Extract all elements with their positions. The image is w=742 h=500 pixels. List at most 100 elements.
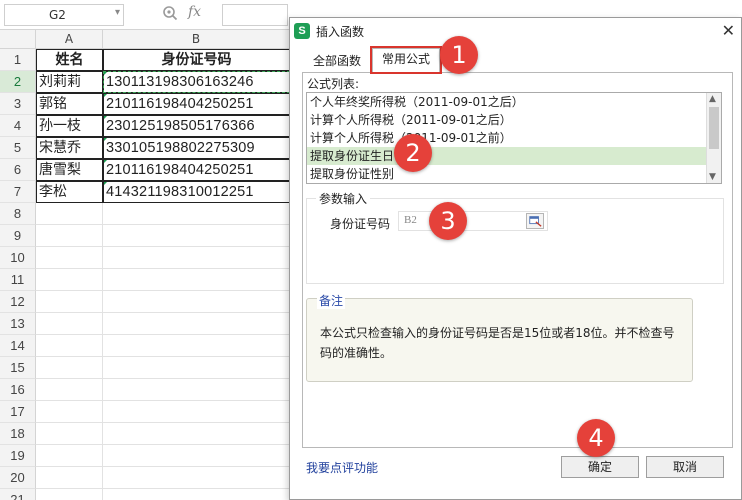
row-header[interactable]: 4 bbox=[0, 115, 36, 137]
fx-icon[interactable]: fx bbox=[188, 4, 201, 20]
row-header[interactable]: 10 bbox=[0, 247, 36, 269]
cell-name[interactable]: 宋慧乔 bbox=[36, 137, 103, 159]
row-header[interactable]: 13 bbox=[0, 313, 36, 335]
cell-name[interactable]: 刘莉莉 bbox=[36, 71, 103, 93]
dialog-title: 插入函数 bbox=[316, 25, 365, 39]
row-header[interactable]: 17 bbox=[0, 401, 36, 423]
param-input-value: B2 bbox=[404, 214, 417, 226]
list-item[interactable]: 个人年终奖所得税（2011-09-01之后） bbox=[307, 93, 707, 111]
step-badge-3: 3 bbox=[429, 202, 467, 240]
list-scrollbar[interactable]: ▲ ▼ bbox=[706, 93, 721, 183]
cell-id[interactable]: 330105198802275309 bbox=[103, 137, 290, 159]
scroll-down-icon[interactable]: ▼ bbox=[709, 172, 716, 182]
empty-cell[interactable] bbox=[103, 489, 290, 500]
list-item-selected[interactable]: 提取身份证生日 bbox=[307, 147, 707, 165]
empty-cell[interactable] bbox=[36, 203, 103, 225]
cell-header-id[interactable]: 身份证号码 bbox=[103, 49, 290, 71]
empty-cell[interactable] bbox=[36, 379, 103, 401]
empty-cell[interactable] bbox=[103, 423, 290, 445]
empty-cell[interactable] bbox=[103, 313, 290, 335]
cell-id[interactable]: 130113198306163246 bbox=[103, 71, 290, 93]
list-item[interactable]: 计算个人所得税（2011-09-01之后） bbox=[307, 111, 707, 129]
formula-input[interactable] bbox=[222, 4, 288, 26]
row-header[interactable]: 6 bbox=[0, 159, 36, 181]
row-header[interactable]: 11 bbox=[0, 269, 36, 291]
range-select-icon[interactable] bbox=[526, 213, 544, 229]
formula-list[interactable]: 个人年终奖所得税（2011-09-01之后） 计算个人所得税（2011-09-0… bbox=[306, 92, 722, 184]
scroll-up-icon[interactable]: ▲ bbox=[709, 94, 716, 104]
row-header[interactable]: 15 bbox=[0, 357, 36, 379]
wps-app-icon: S bbox=[294, 23, 310, 39]
params-group-label: 参数输入 bbox=[316, 190, 371, 207]
tab-all-functions[interactable]: 全部函数 bbox=[302, 51, 372, 73]
cell-header-name[interactable]: 姓名 bbox=[36, 49, 103, 71]
cell-id[interactable]: 210116198404250251 bbox=[103, 93, 290, 115]
row-header[interactable]: 20 bbox=[0, 467, 36, 489]
list-item[interactable]: 计算个人所得税（2011-09-01之前） bbox=[307, 129, 707, 147]
corner-cell[interactable] bbox=[0, 30, 36, 49]
zoom-icon[interactable] bbox=[162, 5, 178, 21]
cell-name[interactable]: 孙一枝 bbox=[36, 115, 103, 137]
row-header[interactable]: 12 bbox=[0, 291, 36, 313]
scroll-thumb[interactable] bbox=[709, 107, 719, 149]
row-header[interactable]: 2 bbox=[0, 71, 36, 93]
empty-cell[interactable] bbox=[36, 401, 103, 423]
row-header[interactable]: 7 bbox=[0, 181, 36, 203]
empty-cell[interactable] bbox=[103, 335, 290, 357]
empty-cell[interactable] bbox=[36, 225, 103, 247]
empty-cell[interactable] bbox=[36, 247, 103, 269]
empty-cell[interactable] bbox=[103, 247, 290, 269]
empty-cell[interactable] bbox=[36, 291, 103, 313]
empty-cell[interactable] bbox=[36, 489, 103, 500]
cell-name[interactable]: 唐雪梨 bbox=[36, 159, 103, 181]
feedback-link[interactable]: 我要点评功能 bbox=[306, 459, 378, 476]
empty-cell[interactable] bbox=[103, 203, 290, 225]
empty-cell[interactable] bbox=[36, 445, 103, 467]
tab-highlight-box bbox=[370, 46, 442, 74]
empty-cell[interactable] bbox=[103, 291, 290, 313]
chevron-down-icon[interactable]: ▾ bbox=[115, 7, 120, 18]
cell-name[interactable]: 李松 bbox=[36, 181, 103, 203]
row-header[interactable]: 18 bbox=[0, 423, 36, 445]
empty-cell[interactable] bbox=[36, 313, 103, 335]
empty-cell[interactable] bbox=[103, 269, 290, 291]
cell-id[interactable]: 230125198505176366 bbox=[103, 115, 290, 137]
empty-cell[interactable] bbox=[36, 357, 103, 379]
row-header[interactable]: 1 bbox=[0, 49, 36, 71]
step-badge-2: 2 bbox=[394, 134, 432, 172]
row-header[interactable]: 19 bbox=[0, 445, 36, 467]
notes-label: 备注 bbox=[317, 292, 346, 309]
close-icon[interactable]: ✕ bbox=[722, 21, 735, 40]
empty-cell[interactable] bbox=[103, 401, 290, 423]
column-header-a[interactable]: A bbox=[36, 30, 103, 49]
notes-text: 本公式只检查输入的身份证号码是否是15位或者18位。并不检查号码的准确性。 bbox=[320, 326, 675, 360]
ok-button[interactable]: 确定 bbox=[561, 456, 639, 478]
step-badge-1: 1 bbox=[440, 36, 478, 74]
row-header[interactable]: 3 bbox=[0, 93, 36, 115]
dialog-titlebar[interactable]: S 插入函数 ✕ bbox=[290, 18, 741, 44]
cell-name[interactable]: 郭铭 bbox=[36, 93, 103, 115]
spreadsheet: A B 1 2 3 4 5 6 7 8 9 10 11 12 13 14 15 16 17 18 19 20 21 姓名… bbox=[0, 30, 290, 500]
column-header-b[interactable]: B bbox=[103, 30, 290, 49]
empty-cell[interactable] bbox=[36, 423, 103, 445]
empty-cell[interactable] bbox=[36, 269, 103, 291]
empty-cell[interactable] bbox=[103, 357, 290, 379]
insert-function-dialog: S 插入函数 ✕ 全部函数 常用公式 公式列表: 个人年终奖所得税（2011-0… bbox=[289, 17, 742, 500]
cancel-button[interactable]: 取消 bbox=[646, 456, 724, 478]
row-header[interactable]: 21 bbox=[0, 489, 36, 500]
empty-cell[interactable] bbox=[103, 225, 290, 247]
empty-cell[interactable] bbox=[36, 467, 103, 489]
cell-id[interactable]: 414321198310012251 bbox=[103, 181, 290, 203]
empty-cell[interactable] bbox=[36, 335, 103, 357]
empty-cell[interactable] bbox=[103, 379, 290, 401]
empty-cell[interactable] bbox=[103, 445, 290, 467]
name-box[interactable]: G2 ▾ bbox=[4, 4, 124, 26]
list-item[interactable]: 提取身份证性别 bbox=[307, 165, 707, 183]
empty-cell[interactable] bbox=[103, 467, 290, 489]
row-header[interactable]: 5 bbox=[0, 137, 36, 159]
row-header[interactable]: 9 bbox=[0, 225, 36, 247]
row-header[interactable]: 8 bbox=[0, 203, 36, 225]
row-header[interactable]: 14 bbox=[0, 335, 36, 357]
cell-id[interactable]: 210116198404250251 bbox=[103, 159, 290, 181]
row-header[interactable]: 16 bbox=[0, 379, 36, 401]
